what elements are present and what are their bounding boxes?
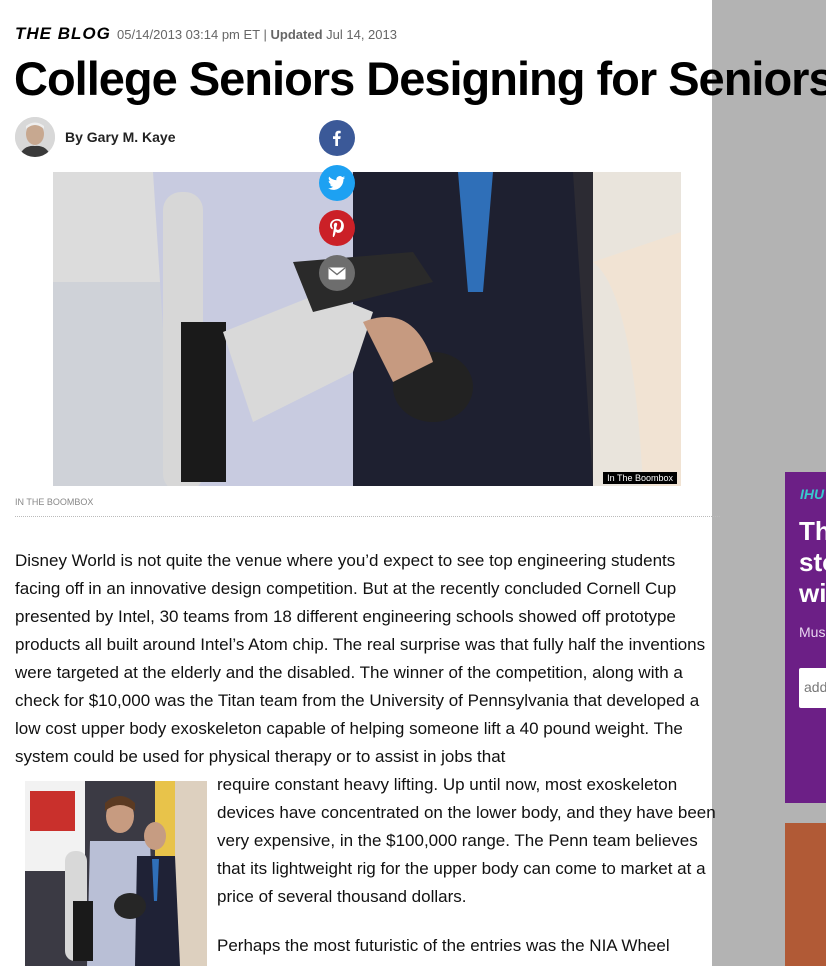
article-meta: 05/14/2013 03:14 pm ET | Updated Jul 14,… (117, 27, 397, 42)
pinterest-icon (330, 219, 344, 237)
sidebar-ad[interactable]: IHU Th sto wi Mus add (785, 472, 826, 803)
email-share-button[interactable] (319, 255, 355, 291)
updated-date: Jul 14, 2013 (326, 27, 397, 42)
publish-date: 05/14/2013 03:14 pm ET (117, 27, 260, 42)
hero-credit: In The Boombox (603, 472, 677, 484)
mail-icon (328, 266, 346, 279)
article-paragraph-3: Perhaps the most futuristic of the entri… (217, 936, 670, 955)
twitter-share-button[interactable] (319, 165, 355, 201)
article-paragraph-2: require constant heavy lifting. Up until… (217, 775, 716, 906)
ad-headline: Th sto wi (799, 516, 826, 608)
hero-image: In The Boombox (53, 172, 681, 486)
article-paragraph-1: Disney World is not quite the venue wher… (15, 551, 706, 766)
facebook-share-button[interactable] (319, 120, 355, 156)
ad-subtext: Mus (799, 624, 826, 640)
pinterest-share-button[interactable] (319, 210, 355, 246)
page-title: College Seniors Designing for Seniors (14, 52, 826, 105)
ad-email-field[interactable]: add (799, 668, 826, 708)
twitter-icon (328, 176, 345, 190)
ad-brand-logo: IHU (800, 486, 825, 502)
facebook-icon (333, 130, 341, 146)
sidebar-ad-secondary[interactable] (785, 823, 826, 966)
updated-label: Updated (270, 27, 323, 42)
meta-separator: | (263, 27, 267, 42)
inline-article-photo (25, 781, 207, 966)
author-byline[interactable]: By Gary M. Kaye (65, 129, 176, 145)
image-caption: IN THE BOOMBOX (15, 497, 94, 507)
author-avatar[interactable] (15, 117, 55, 157)
ad-email-placeholder: add (804, 679, 826, 695)
blog-tag[interactable]: THE BLOG (15, 24, 111, 44)
caption-divider (15, 516, 720, 517)
